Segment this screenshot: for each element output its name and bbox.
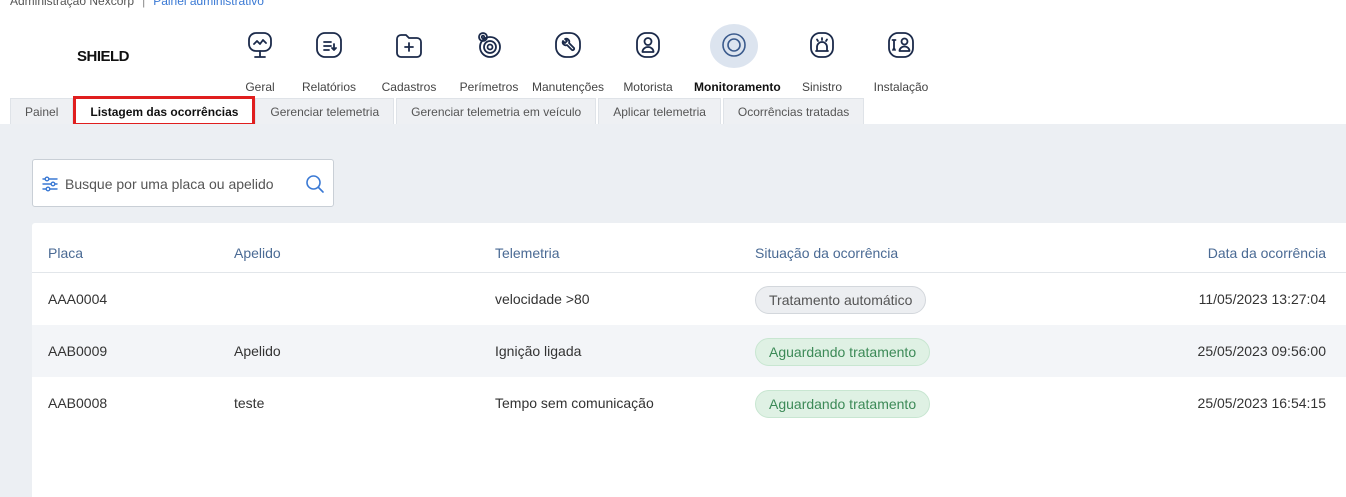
cell-placa: AAA0004 [48,291,108,307]
cell-telemetria: Ignição ligada [495,343,582,359]
header-apelido[interactable]: Apelido [234,245,281,261]
tab-gerenciar-telemetria[interactable]: Gerenciar telemetria [255,98,395,124]
module-label: Monitoramento [694,80,781,94]
search-input[interactable] [65,172,297,196]
shield-logo: SHIELD [77,48,130,65]
status-badge: Aguardando tratamento [755,390,931,418]
search-box [32,159,334,207]
module-manutencoes[interactable]: Manutenções [528,27,608,95]
wrench-icon [552,29,584,61]
table-row[interactable]: AAB0009 Apelido Ignição ligada Aguardand… [32,325,1346,377]
breadcrumb-link-section[interactable]: Painel administrativo [153,0,264,8]
alarm-icon [806,29,838,61]
status-badge: Tratamento automático [755,286,927,314]
installation-icon [885,29,917,61]
module-label: Sinistro [801,80,842,94]
table-row[interactable]: AAA0004 velocidade >80 Tratamento automá… [32,273,1346,325]
cell-apelido: teste [234,395,265,411]
monitoring-icon [718,29,750,61]
occurrences-table: Placa Apelido Telemetria Situação da oco… [32,223,1346,497]
module-label: Cadastros [381,80,437,94]
tab-listagem-ocorrencias[interactable]: Listagem das ocorrências [73,96,256,126]
cell-telemetria: velocidade >80 [495,291,590,307]
module-instalacao[interactable]: Instalação [861,27,941,95]
cell-data: 25/05/2023 09:56:00 [1197,343,1326,359]
header-placa[interactable]: Placa [48,245,83,261]
cell-telemetria: Tempo sem comunicação [495,395,654,411]
module-label: Manutenções [531,80,605,94]
cell-data: 11/05/2023 13:27:04 [1198,291,1326,307]
module-label: Relatórios [301,80,357,94]
breadcrumb-separator: | [142,0,146,8]
table-header: Placa Apelido Telemetria Situação da oco… [32,223,1346,273]
content-area: Placa Apelido Telemetria Situação da oco… [0,124,1346,497]
module-label: Geral [245,80,275,94]
module-label: Perímetros [459,80,519,94]
header-data[interactable]: Data da ocorrência [1208,245,1326,261]
tab-painel[interactable]: Painel [10,98,74,124]
module-label: Motorista [623,80,673,94]
cell-placa: AAB0008 [48,395,108,411]
search-icon[interactable] [305,174,325,194]
tab-gerenciar-telemetria-veiculo[interactable]: Gerenciar telemetria em veículo [396,98,597,124]
cell-apelido: Apelido [234,343,281,359]
header-telemetria[interactable]: Telemetria [495,245,560,261]
cell-data: 25/05/2023 16:54:15 [1197,395,1326,411]
filter-sliders-icon[interactable] [41,175,59,193]
module-relatorios[interactable]: Relatórios [289,27,369,95]
module-cadastros[interactable]: Cadastros [369,27,449,95]
tab-ocorrencias-tratadas[interactable]: Ocorrências tratadas [722,98,865,124]
tab-aplicar-telemetria[interactable]: Aplicar telemetria [598,98,721,124]
module-geral[interactable]: Geral [220,27,300,95]
module-sinistro[interactable]: Sinistro [782,27,862,95]
folder-plus-icon [393,29,425,61]
driver-icon [632,29,664,61]
report-icon [313,29,345,61]
status-badge: Aguardando tratamento [755,338,931,366]
module-motorista[interactable]: Motorista [608,27,688,95]
location-target-icon [473,29,505,61]
cell-placa: AAB0009 [48,343,108,359]
monitor-icon [244,29,276,61]
table-row[interactable]: AAB0008 teste Tempo sem comunicação Agua… [32,377,1346,429]
module-perimetros[interactable]: Perímetros [449,27,529,95]
module-label: Instalação [873,80,929,94]
breadcrumb-org: Administração Nexcorp [10,0,135,8]
tab-bar: Painel Listagem das ocorrências Gerencia… [10,96,866,126]
module-monitoramento[interactable]: Monitoramento [694,24,781,95]
breadcrumb: Administração Nexcorp | Painel administrat… [10,0,264,8]
header-situacao[interactable]: Situação da ocorrência [755,245,898,261]
